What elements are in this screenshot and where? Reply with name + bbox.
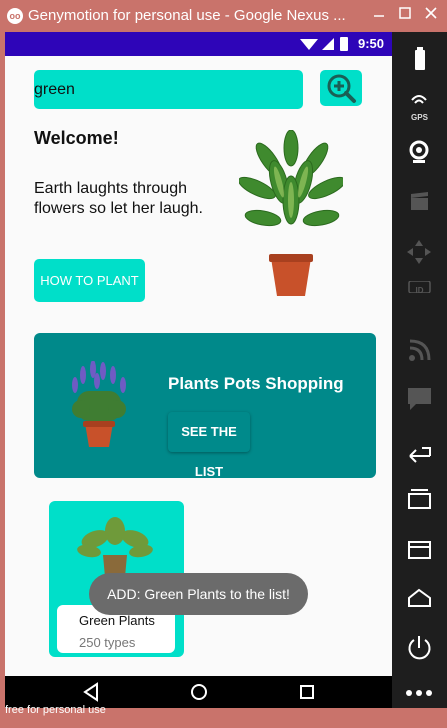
cast-tool-button[interactable] [392,330,447,370]
webcam-tool-button[interactable] [392,132,447,172]
webcam-icon [409,140,429,163]
home-tool-icon [408,588,431,607]
sms-tool-button[interactable] [392,378,447,418]
zoom-in-icon [327,74,356,103]
status-time: 9:50 [357,36,384,51]
recents-square-icon [300,685,314,699]
back-tool-button[interactable] [392,432,447,472]
home-tool-button[interactable] [392,578,447,618]
dpad-icon [407,240,431,264]
welcome-tagline: Earth laughts through flowers so let her… [34,180,203,217]
recent-apps-icon [408,489,431,509]
home-button[interactable] [179,676,219,708]
close-button[interactable] [420,4,442,26]
window-title: Genymotion for personal use - Google Nex… [28,7,346,24]
green-plant-image [77,517,153,577]
battery-tool-button[interactable] [392,40,447,80]
back-arrow-icon [409,447,431,463]
shopping-banner: Plants Pots Shopping SEE THE LIST [34,333,376,479]
welcome-heading: Welcome! [34,128,119,148]
power-tool-button[interactable] [392,628,447,668]
dpad-tool-button[interactable] [392,232,447,272]
lavender-plant-image [72,361,126,447]
power-icon [408,636,431,660]
minimize-icon [374,15,384,17]
phone-screen: 9:50 green Welcome! Earth laughts throug… [5,32,392,708]
recents-button[interactable] [287,676,327,708]
more-tool-button[interactable] [392,678,447,708]
card-name: Green Plants [79,613,155,628]
recent-apps-tool-button[interactable] [392,480,447,520]
banner-title: Plants Pots Shopping [168,374,344,393]
more-dots-icon [406,690,432,696]
search-button[interactable] [320,70,362,106]
status-bar: 9:50 [5,32,392,56]
see-the-list-button[interactable]: SEE THE LIST [168,412,250,479]
battery-tool-icon [415,47,425,70]
battery-icon [340,37,348,51]
genymotion-toolbar: GPS ID [392,32,447,708]
footer-text: free for personal use [5,704,106,716]
calathea-plant-image [239,130,343,296]
gps-label: GPS [411,113,428,122]
close-icon [425,7,437,19]
card-types: 250 types [79,635,136,650]
wifi-icon [300,39,318,50]
maximize-button[interactable] [394,4,416,26]
gps-tool-button[interactable]: GPS [392,86,447,126]
window-titlebar: oo Genymotion for personal use - Google … [0,0,447,32]
genymotion-logo-icon: oo [7,8,23,24]
gps-icon [411,95,427,104]
capture-tool-button[interactable] [392,182,447,222]
menu-tool-button[interactable] [392,530,447,570]
menu-icon [408,541,431,559]
how-to-plant-button[interactable]: HOW TO PLANT [34,259,145,302]
toast-message: ADD: Green Plants to the list! [89,573,308,615]
rss-icon [409,339,431,361]
clapperboard-icon [411,192,428,210]
minimize-button[interactable] [368,4,390,26]
message-icon [408,388,431,410]
id-tool-button[interactable]: ID [392,280,447,320]
footer: free for personal use [0,704,447,728]
signal-icon [322,38,334,50]
search-input[interactable]: green [34,70,303,109]
maximize-icon [399,7,411,19]
home-circle-icon [191,684,207,700]
